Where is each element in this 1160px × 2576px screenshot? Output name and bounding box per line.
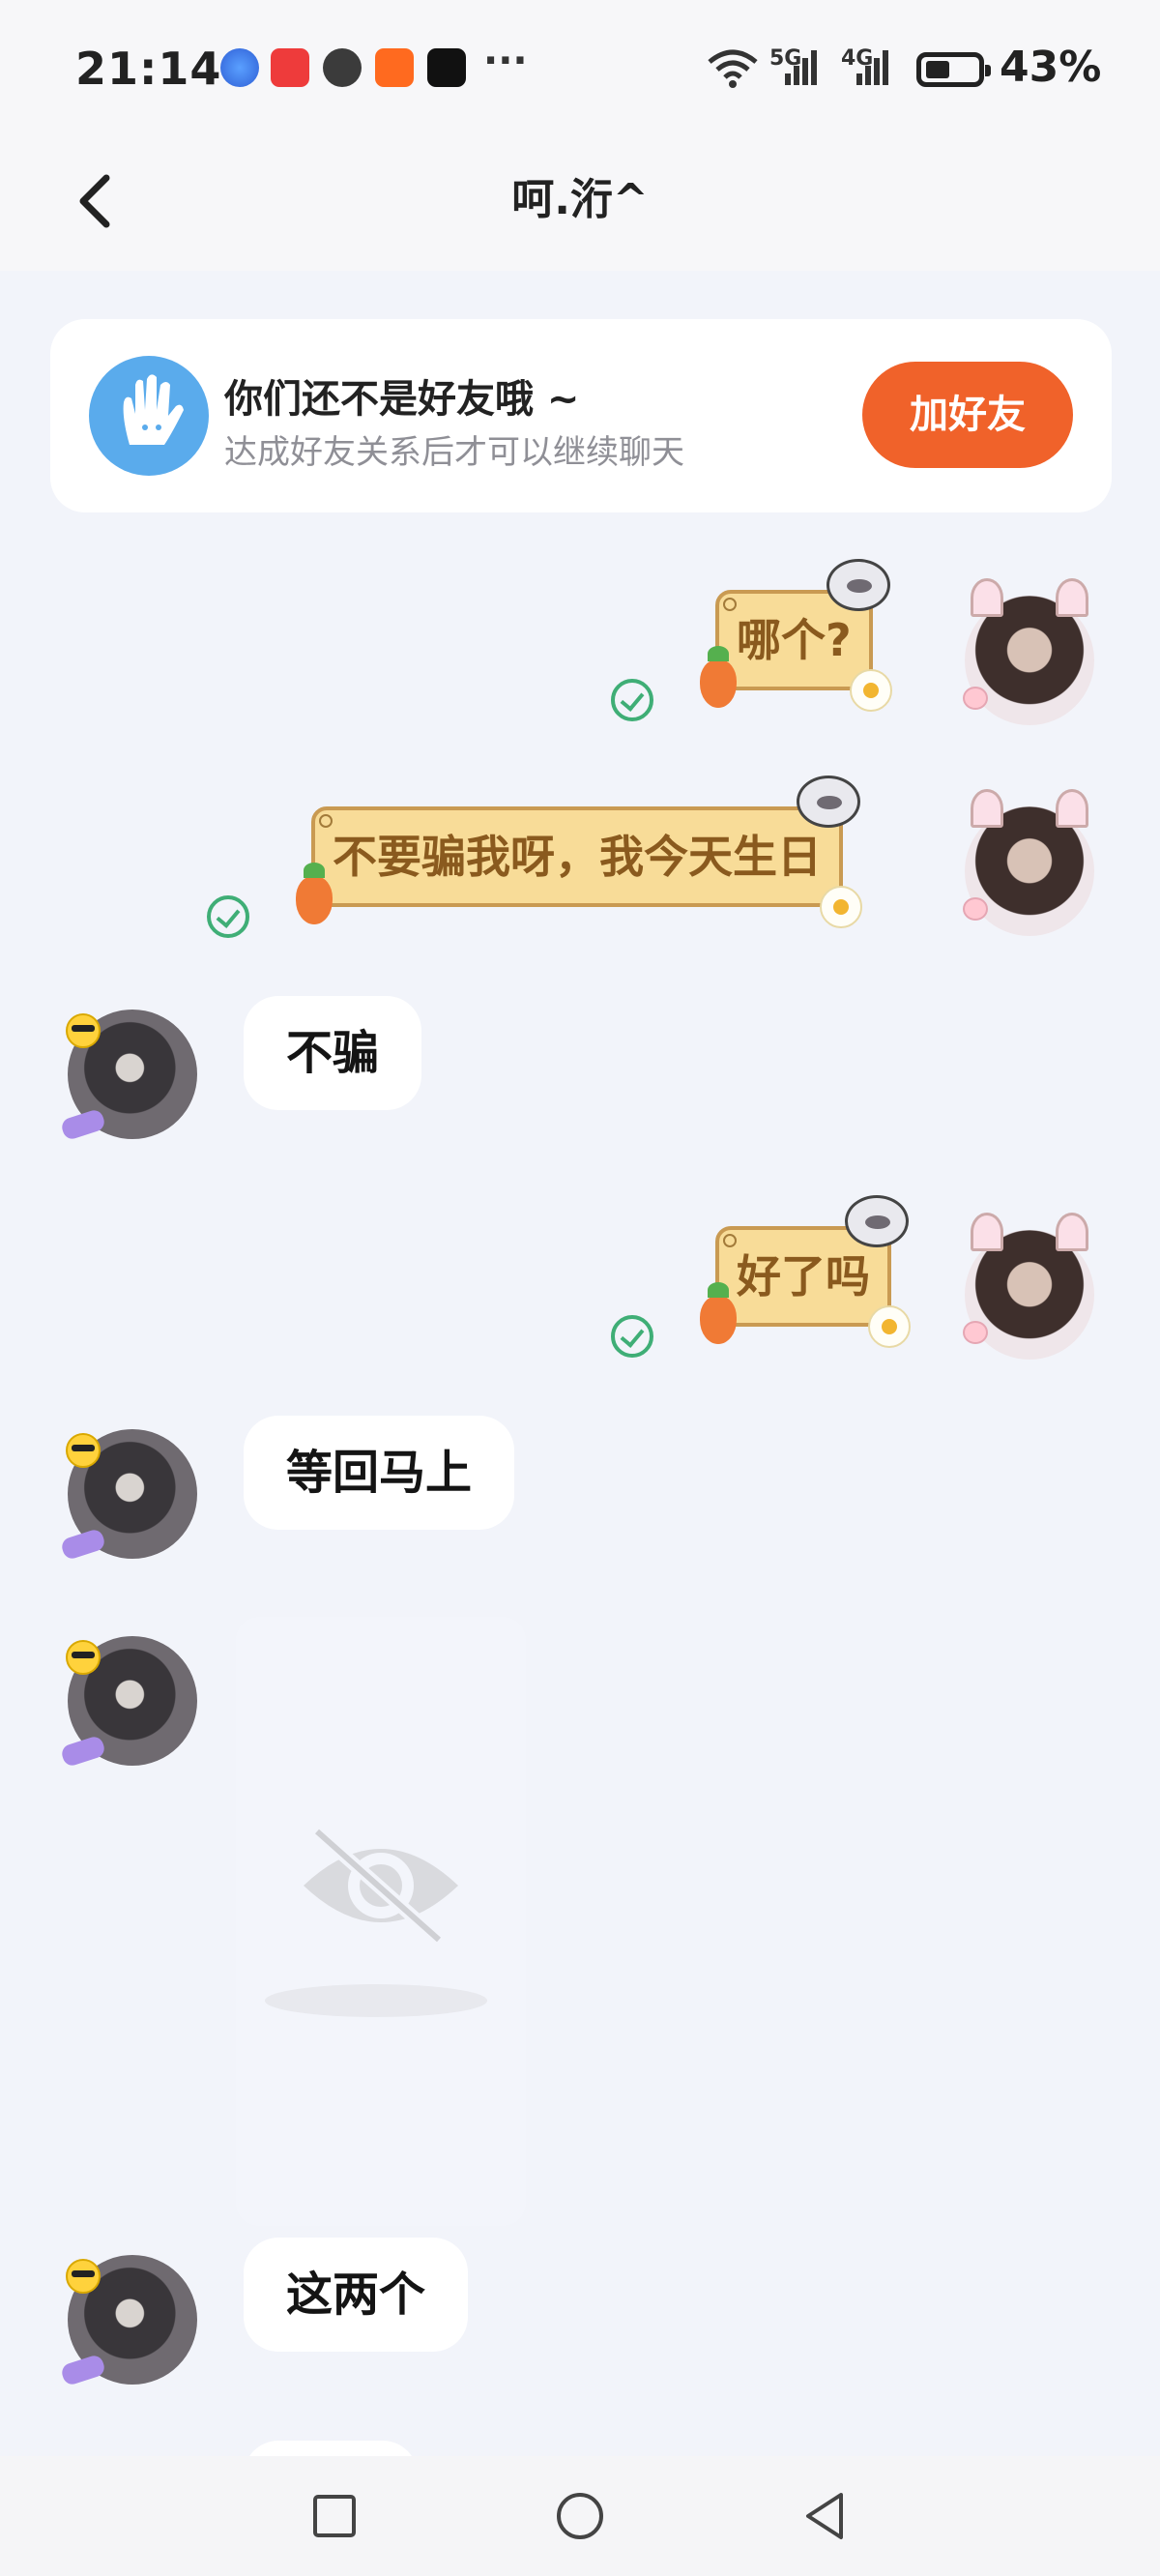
banner-title: 你们还不是好友哦 ~ (224, 377, 580, 422)
outgoing-sticker-message[interactable]: 好了吗 (700, 1195, 911, 1348)
contact-avatar[interactable] (59, 1636, 197, 1769)
self-avatar[interactable] (963, 789, 1094, 936)
browser-icon (220, 48, 259, 87)
signal-2-bars-icon (856, 50, 891, 85)
status-bar: 21:14 ··· 5G 4G 43% (0, 0, 1160, 135)
message-text: 哪个? (737, 614, 852, 666)
chat-header: 呵.洐^ (0, 135, 1160, 271)
self-avatar[interactable] (963, 578, 1094, 725)
battery-percent: 43% (1000, 43, 1102, 92)
system-nav-bar (0, 2456, 1160, 2576)
incoming-text-message[interactable]: 不骗 (244, 996, 422, 1110)
carrot-decoration-icon (296, 863, 333, 924)
read-receipt-icon (207, 895, 249, 938)
more-notifications-icon: ··· (483, 39, 528, 83)
incoming-text-message[interactable]: 等回马上 (244, 1416, 515, 1530)
message-text: 好了吗 (737, 1250, 870, 1303)
outgoing-sticker-message[interactable]: 不要骗我呀，我今天生日 (296, 776, 862, 928)
flower-decoration-icon (849, 669, 892, 712)
read-receipt-icon (611, 1315, 653, 1358)
triangle-back-icon[interactable] (795, 2485, 856, 2547)
banner-subtitle: 达成好友关系后才可以继续聊天 (224, 433, 684, 472)
clip-decoration-icon (723, 1234, 737, 1247)
contact-avatar[interactable] (59, 1429, 197, 1562)
contact-avatar[interactable] (59, 1010, 197, 1142)
eye-shadow-decoration (265, 1984, 487, 2017)
clip-decoration-icon (319, 814, 333, 828)
self-avatar[interactable] (963, 1213, 1094, 1360)
signal-1-bars-icon (785, 50, 820, 85)
red-app-icon (271, 48, 309, 87)
read-receipt-icon (611, 679, 653, 721)
wechat-icon (323, 48, 362, 87)
cat-decoration-icon (797, 776, 860, 828)
eye-hidden-icon (304, 1826, 458, 1946)
incoming-text-message[interactable]: 这两个 (244, 2238, 469, 2352)
carrot-decoration-icon (700, 1282, 737, 1344)
hidden-image-message[interactable] (236, 1617, 526, 2226)
status-time: 21:14 (75, 43, 222, 95)
clip-decoration-icon (723, 598, 737, 611)
hand-wave-icon (89, 356, 209, 476)
flower-decoration-icon (868, 1305, 911, 1348)
cat-decoration-icon (845, 1195, 909, 1247)
kuaishou-icon (375, 48, 414, 87)
cat-decoration-icon (826, 559, 890, 611)
wifi-icon (708, 49, 758, 88)
friend-request-banner: 你们还不是好友哦 ~ 达成好友关系后才可以继续聊天 加好友 (50, 319, 1112, 512)
circle-icon[interactable] (549, 2485, 611, 2547)
contact-avatar[interactable] (59, 2255, 197, 2387)
battery-icon (916, 52, 991, 87)
message-text: 不要骗我呀，我今天生日 (333, 831, 822, 883)
flower-decoration-icon (820, 886, 862, 928)
outgoing-sticker-message[interactable]: 哪个? (700, 559, 892, 712)
square-icon[interactable] (304, 2485, 365, 2547)
add-friend-button[interactable]: 加好友 (862, 362, 1073, 468)
page-title: 呵.洐^ (511, 175, 649, 224)
carrot-decoration-icon (700, 646, 737, 708)
tiktok-icon (427, 48, 466, 87)
